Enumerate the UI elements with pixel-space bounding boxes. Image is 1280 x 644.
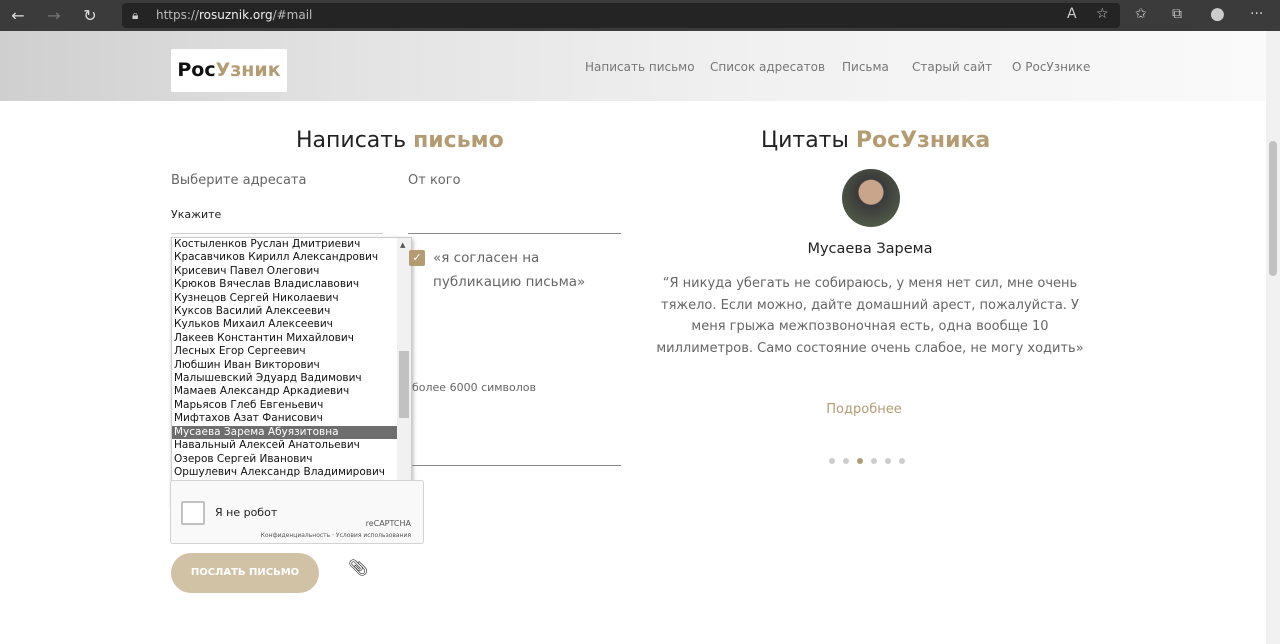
reload-icon[interactable]: ↻ bbox=[72, 6, 108, 25]
profile-icon[interactable]: ● bbox=[1210, 4, 1225, 24]
favorites-list-icon[interactable]: ✩ bbox=[1135, 6, 1147, 22]
quotes-title: Цитаты РосУзника bbox=[761, 128, 991, 153]
carousel-dot[interactable] bbox=[899, 458, 905, 464]
back-icon[interactable]: ← bbox=[0, 6, 36, 25]
carousel-dot[interactable] bbox=[871, 458, 877, 464]
recipient-label: Выберите адресата bbox=[171, 173, 307, 188]
quote-author: Мусаева Зарема bbox=[807, 241, 933, 257]
forward-icon[interactable]: → bbox=[36, 6, 72, 25]
recaptcha: Я не робот reCAPTCHA Конфиденциальность … bbox=[170, 480, 424, 544]
dropdown-option[interactable]: Костыленков Руслан Дмитриевич bbox=[172, 238, 398, 251]
quote-text: “Я никуда убегать не собираюсь, у меня н… bbox=[656, 276, 1084, 356]
attach-icon[interactable]: 📎︎ bbox=[348, 558, 368, 577]
dropdown-option[interactable]: Марьясов Глеб Евгеньевич bbox=[172, 399, 398, 412]
nav-letters[interactable]: Письма bbox=[842, 60, 889, 74]
from-label: От кого bbox=[408, 173, 461, 188]
page-scrollbar[interactable] bbox=[1266, 31, 1280, 644]
dropdown-option[interactable]: Крисевич Павел Олегович bbox=[172, 265, 398, 278]
nav-recipients[interactable]: Список адресатов bbox=[710, 60, 825, 74]
more-icon[interactable]: ··· bbox=[1250, 6, 1263, 22]
dropdown-option[interactable]: Куксов Василий Алексеевич bbox=[172, 305, 398, 318]
dropdown-option[interactable]: Навальный Алексей Анатольевич bbox=[172, 439, 398, 452]
lock-icon: 🔒︎ bbox=[132, 8, 139, 22]
nav-about[interactable]: О РосУзнике bbox=[1012, 60, 1090, 74]
dropdown-option[interactable]: Озеров Сергей Иванович bbox=[172, 453, 398, 466]
dropdown-option[interactable]: Крюков Вячеслав Владиславович bbox=[172, 278, 398, 291]
send-letter-button[interactable]: ПОСЛАТЬ ПИСЬМО bbox=[171, 553, 319, 593]
nav-write-letter[interactable]: Написать письмо bbox=[585, 60, 695, 74]
browser-toolbar: ← → ↻ 🔒︎ https://rosuznik.org/#mail A ☆ ✩… bbox=[0, 0, 1280, 31]
form-title: Написать письмо bbox=[296, 128, 504, 153]
recipient-select[interactable]: Укажите bbox=[171, 208, 221, 221]
dropdown-option[interactable]: Лакеев Константин Михайлович bbox=[172, 332, 398, 345]
dropdown-option[interactable]: Красавчиков Кирилл Александрович bbox=[172, 251, 398, 264]
site-logo[interactable]: РосУзник bbox=[171, 49, 287, 92]
dropdown-option[interactable]: Лесных Егор Сергеевич bbox=[172, 345, 398, 358]
dropdown-option[interactable]: Мусаева Зарема Абуязитовна bbox=[172, 425, 398, 440]
dropdown-option[interactable]: Кузнецов Сергей Николаевич bbox=[172, 292, 398, 305]
dropdown-option[interactable]: Оршулевич Александр Владимирович bbox=[172, 466, 398, 479]
more-link[interactable]: Подробнее bbox=[640, 402, 1088, 417]
agree-checkbox[interactable]: ✓ bbox=[409, 250, 425, 266]
message-textarea[interactable] bbox=[412, 465, 621, 466]
captcha-checkbox[interactable] bbox=[181, 501, 205, 525]
collections-icon[interactable]: ⧉ bbox=[1172, 6, 1182, 22]
carousel-dot[interactable] bbox=[843, 458, 849, 464]
dropdown-scrollbar[interactable]: ▲▼ bbox=[397, 238, 411, 507]
carousel-dot[interactable] bbox=[829, 458, 835, 464]
dropdown-option[interactable]: Малышевский Эдуард Вадимович bbox=[172, 372, 398, 385]
dropdown-option[interactable]: Мифтахов Азат Фанисович bbox=[172, 412, 398, 425]
agree-label: «я согласен на публикацию письма» bbox=[433, 250, 586, 290]
dropdown-option[interactable]: Кульков Михаил Алексеевич bbox=[172, 318, 398, 331]
nav-old-site[interactable]: Старый сайт bbox=[912, 60, 992, 74]
favorite-icon[interactable]: ☆ bbox=[1096, 6, 1109, 22]
carousel-dot[interactable] bbox=[857, 458, 863, 464]
dropdown-option[interactable]: Любшин Иван Викторович bbox=[172, 359, 398, 372]
address-bar[interactable]: 🔒︎ https://rosuznik.org/#mail bbox=[122, 3, 1120, 28]
from-input[interactable] bbox=[408, 233, 621, 234]
read-aloud-icon[interactable]: A bbox=[1067, 6, 1077, 22]
recipient-dropdown[interactable]: Костыленков Руслан Дмитриевич Красавчиков… bbox=[171, 237, 412, 508]
avatar bbox=[842, 169, 900, 227]
carousel-dot[interactable] bbox=[885, 458, 891, 464]
carousel-dots bbox=[829, 458, 905, 464]
limit-hint: более 6000 символов bbox=[412, 381, 537, 394]
dropdown-option[interactable]: Мамаев Александр Аркадиевич bbox=[172, 385, 398, 398]
